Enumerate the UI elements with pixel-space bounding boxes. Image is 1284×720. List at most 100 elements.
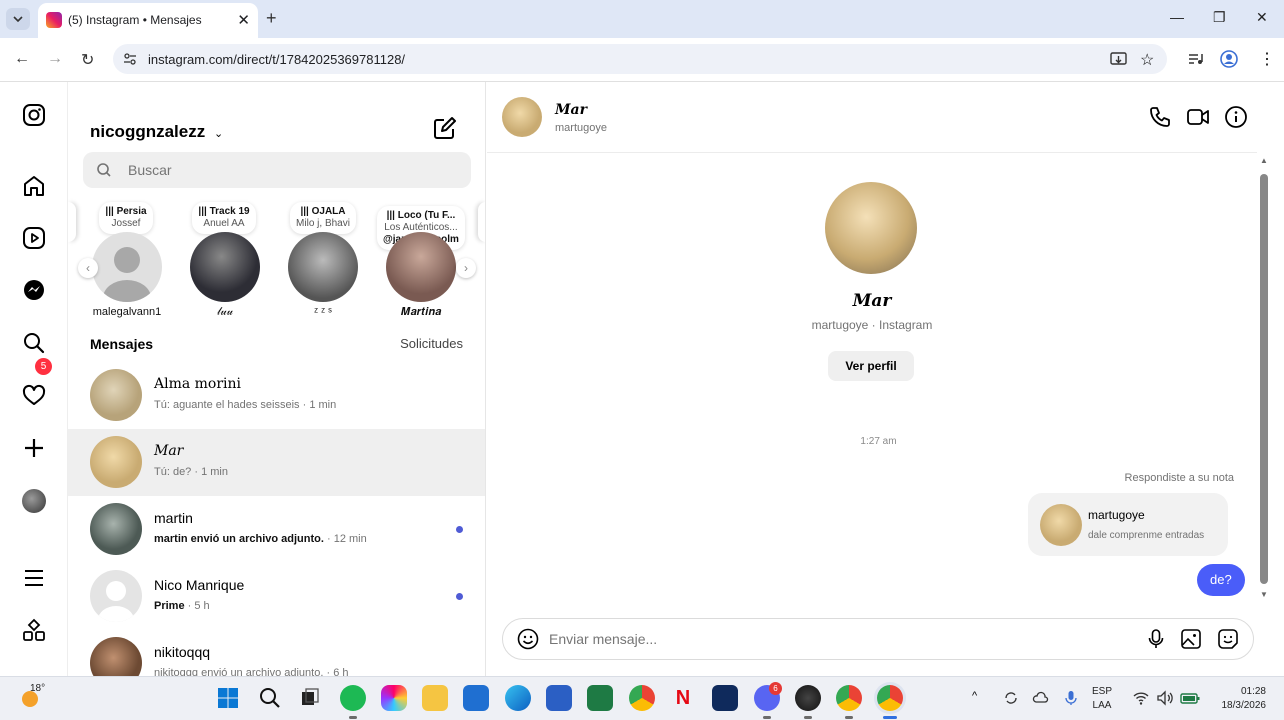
wifi-icon[interactable] — [1132, 689, 1150, 707]
conversation-row[interactable]: nikitoqqq nikitoqqq envió un archivo adj… — [68, 630, 485, 676]
replied-note-label: Respondiste a su nota — [1124, 472, 1234, 484]
profile-icon[interactable] — [1220, 50, 1238, 68]
note-item[interactable]: ||| Track 19 Anuel AA — [182, 202, 266, 234]
chrome-profile-icon[interactable] — [836, 685, 862, 711]
disney-plus-icon[interactable] — [712, 685, 738, 711]
volume-icon[interactable] — [1156, 689, 1174, 707]
note-avatar[interactable] — [288, 232, 358, 302]
conversation-name: martin — [154, 510, 193, 526]
bookmark-star-icon[interactable]: ☆ — [1140, 50, 1154, 70]
tray-microphone-icon[interactable] — [1062, 689, 1080, 707]
account-switcher[interactable]: nicoggnzalezz ⌄ — [90, 122, 223, 142]
note-bubble: ||| OJALA Milo j, Bhavi — [290, 202, 356, 234]
scrollbar-thumb[interactable] — [1260, 174, 1268, 584]
start-windows-icon[interactable] — [215, 685, 241, 711]
replied-note-card[interactable]: martugoye dale comprenme entradas — [1028, 493, 1228, 556]
menu-icon[interactable] — [22, 566, 46, 590]
note-avatar[interactable] — [190, 232, 260, 302]
new-tab-button[interactable]: + — [266, 8, 277, 29]
home-icon[interactable] — [22, 174, 46, 198]
conversation-row[interactable]: Alma morini Tú: aguante el hades seissei… — [68, 362, 485, 429]
note-item[interactable]: ||| OJALA Milo j, Bhavi — [281, 202, 365, 234]
thread-avatar[interactable] — [502, 97, 542, 137]
file-explorer-icon[interactable] — [422, 685, 448, 711]
tray-sync-icon[interactable] — [1002, 689, 1020, 707]
minimize-button[interactable]: — — [1170, 9, 1184, 25]
emoji-icon[interactable] — [517, 628, 539, 650]
heart-icon[interactable] — [22, 384, 46, 408]
sticker-icon[interactable] — [1217, 628, 1239, 650]
reload-button[interactable]: ↻ — [81, 50, 94, 70]
conversation-preview: martin envió un archivo adjunto. · 12 mi… — [154, 533, 367, 545]
reels-icon[interactable] — [22, 226, 46, 250]
thread-name[interactable]: 𝑴𝒂𝒓 — [555, 102, 587, 118]
messenger-icon[interactable] — [22, 278, 46, 302]
tab-close-icon[interactable]: ✕ — [237, 11, 250, 29]
microsoft-store-icon[interactable] — [463, 685, 489, 711]
note-avatar[interactable] — [92, 232, 162, 302]
view-profile-button[interactable]: Ver perfil — [828, 351, 914, 381]
conversation-info-icon[interactable] — [1224, 105, 1248, 129]
tray-cloud-icon[interactable] — [1032, 689, 1050, 707]
netflix-icon[interactable]: N — [670, 685, 696, 711]
scroll-up-icon[interactable]: ▲ — [1260, 156, 1268, 165]
media-control-icon[interactable] — [1187, 51, 1203, 67]
browser-menu-icon[interactable]: ⋮ — [1259, 49, 1275, 69]
taskbar-search-icon[interactable] — [257, 685, 283, 711]
maximize-button[interactable]: ❐ — [1213, 9, 1226, 26]
search-input[interactable] — [128, 162, 428, 178]
chrome-active-icon[interactable] — [877, 685, 903, 711]
note-avatar[interactable] — [386, 232, 456, 302]
thread-scrollbar[interactable]: ▲ ▼ — [1259, 154, 1269, 674]
copilot-icon[interactable] — [381, 685, 407, 711]
thread-username: martugoye — [555, 122, 607, 134]
back-button[interactable]: ← — [14, 50, 30, 68]
conversation-row[interactable]: Nico Manrique Prime · 5 h — [68, 563, 485, 630]
tray-expand-icon[interactable]: ^ — [972, 690, 990, 708]
spotify-icon[interactable] — [340, 685, 366, 711]
app-icon[interactable] — [795, 685, 821, 711]
new-message-icon[interactable] — [433, 116, 457, 140]
forward-button[interactable]: → — [47, 50, 63, 68]
install-app-icon[interactable] — [1110, 51, 1127, 68]
chrome-icon[interactable] — [629, 685, 655, 711]
conversation-name: 𝑀𝑎𝑟 — [154, 443, 184, 459]
sent-message-bubble[interactable]: de? — [1197, 564, 1245, 596]
message-input[interactable] — [549, 631, 1049, 647]
search-icon[interactable] — [22, 331, 46, 355]
battery-icon[interactable] — [1180, 689, 1200, 707]
instagram-logo-icon[interactable] — [22, 103, 46, 127]
plus-icon[interactable] — [22, 436, 46, 460]
notes-next-arrow-icon[interactable]: › — [456, 258, 476, 278]
discord-badge: 6 — [769, 682, 782, 695]
omnibox[interactable]: instagram.com/direct/t/17842025369781128… — [113, 44, 1167, 74]
scroll-down-icon[interactable]: ▼ — [1260, 590, 1268, 599]
phone-call-icon[interactable] — [1148, 105, 1172, 129]
language-indicator[interactable]: ESP LAA — [1092, 685, 1112, 713]
url-text: instagram.com/direct/t/17842025369781128… — [148, 52, 406, 67]
requests-link[interactable]: Solicitudes — [400, 336, 463, 351]
conversation-row-selected[interactable]: 𝑀𝑎𝑟 Tú: de? · 1 min — [68, 429, 485, 496]
profile-avatar[interactable] — [22, 489, 46, 513]
profile-name: 𝑴𝒂𝒓 — [852, 291, 892, 311]
site-info-icon[interactable] — [123, 52, 137, 66]
notes-prev-arrow-icon[interactable]: ‹ — [78, 258, 98, 278]
apps-icon[interactable] — [22, 618, 46, 642]
profile-large-avatar[interactable] — [825, 182, 917, 274]
edge-icon[interactable] — [505, 685, 531, 711]
browser-tab-instagram[interactable]: (5) Instagram • Mensajes ✕ — [38, 3, 258, 38]
excel-icon[interactable] — [587, 685, 613, 711]
microphone-icon[interactable] — [1145, 628, 1167, 650]
conversation-thread: 𝑴𝒂𝒓 martugoye 𝑴𝒂𝒓 martugoye · Instagram … — [487, 82, 1284, 676]
word-icon[interactable] — [546, 685, 572, 711]
search-box[interactable] — [83, 152, 471, 188]
video-call-icon[interactable] — [1186, 105, 1210, 129]
task-view-icon[interactable] — [297, 685, 323, 711]
system-clock[interactable]: 01:28 18/3/2026 — [1206, 685, 1267, 713]
image-upload-icon[interactable] — [1180, 628, 1202, 650]
tab-search-button[interactable] — [6, 8, 30, 30]
close-window-button[interactable]: ✕ — [1256, 9, 1268, 26]
note-item[interactable]: ||| Persia Jossef — [84, 202, 168, 234]
conversation-row[interactable]: martin martin envió un archivo adjunto. … — [68, 496, 485, 563]
message-composer[interactable] — [502, 618, 1254, 660]
